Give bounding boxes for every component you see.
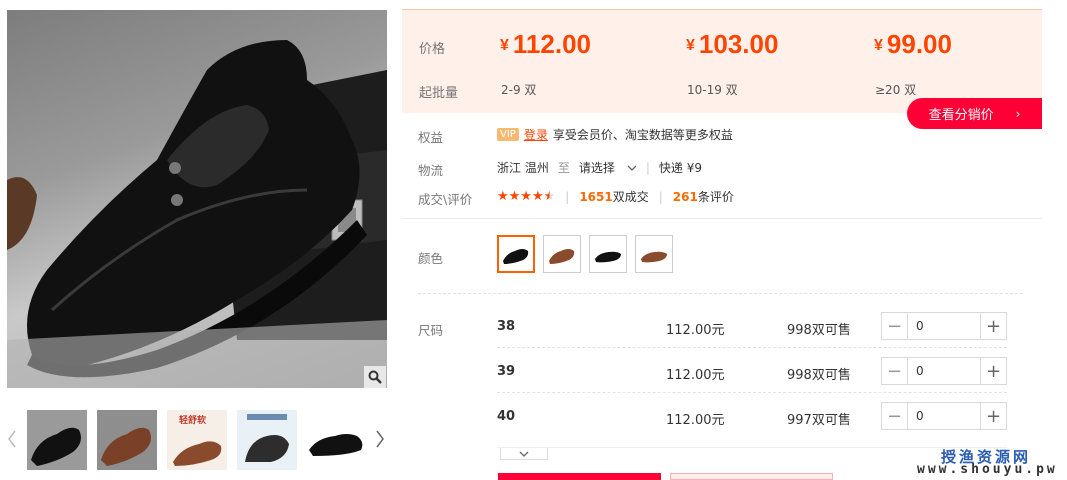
- qty-range-2: 10-19 双: [687, 83, 738, 97]
- price-label: 价格: [419, 42, 446, 57]
- qty-range-3: ≥20 双: [875, 83, 917, 97]
- chevron-right-icon: ›: [1015, 106, 1021, 121]
- login-link[interactable]: 登录: [524, 126, 548, 143]
- size-value: 39: [497, 364, 516, 379]
- color-swatch-brown[interactable]: [543, 235, 581, 273]
- minus-button[interactable]: −: [882, 313, 908, 339]
- magnifier-icon: [368, 370, 382, 384]
- main-product-image[interactable]: [7, 10, 387, 388]
- size-price: 112.00元: [666, 368, 725, 383]
- quantity-stepper: − 0 +: [881, 402, 1007, 430]
- view-distribution-price-button[interactable]: 查看分销价 ›: [907, 98, 1042, 129]
- minus-button[interactable]: −: [882, 358, 908, 384]
- color-swatch-black[interactable]: [497, 235, 535, 273]
- price-tier-1: ¥112.00: [500, 29, 591, 59]
- chevron-right-icon: [376, 430, 384, 448]
- benefits-row: VIP 登录 享受会员价、淘宝数据等更多权益: [497, 126, 733, 143]
- benefits-label: 权益: [418, 130, 444, 145]
- chevron-down-icon: [519, 451, 529, 457]
- size-stock: 998双可售: [787, 323, 851, 338]
- ship-from: 浙江 温州: [497, 161, 549, 175]
- deals-count[interactable]: 1651双成交: [579, 188, 648, 205]
- size-price: 112.00元: [666, 323, 725, 338]
- expand-sizes-button[interactable]: [500, 448, 548, 460]
- add-to-cart-button[interactable]: [670, 473, 833, 480]
- reviews-count[interactable]: 261条评价: [673, 188, 734, 205]
- plus-button[interactable]: +: [980, 358, 1006, 384]
- plus-button[interactable]: +: [980, 313, 1006, 339]
- section-divider: [402, 218, 1042, 219]
- moq-label: 起批量: [419, 86, 459, 101]
- chevron-down-icon: [627, 165, 637, 171]
- price-tier-3: ¥99.00: [874, 29, 952, 59]
- color-swatch-brown-2[interactable]: [635, 235, 673, 273]
- rating-row: ★★★★★ | 1651双成交 | 261条评价: [497, 188, 734, 205]
- size-stock: 998双可售: [787, 368, 851, 383]
- thumbnail-prev-arrow[interactable]: [5, 426, 19, 452]
- quantity-input[interactable]: 0: [908, 358, 980, 384]
- logistics-row: 浙江 温州 至 请选择 | 快递 ¥9: [497, 159, 702, 176]
- thumbnail-next-arrow[interactable]: [373, 426, 387, 452]
- size-price: 112.00元: [666, 413, 725, 428]
- price-tier-2: ¥103.00: [686, 29, 779, 59]
- thumb-promo-shoe[interactable]: 轻舒软: [167, 410, 227, 470]
- size-label: 尺码: [418, 323, 444, 338]
- size-value: 40: [497, 409, 516, 424]
- logistics-label: 物流: [418, 163, 444, 178]
- promo-overlay-text: 轻舒软: [179, 416, 207, 426]
- size-value: 38: [497, 319, 516, 334]
- shoe-illustration: [7, 40, 387, 388]
- quantity-stepper: − 0 +: [881, 312, 1007, 340]
- thumb-black-shoe[interactable]: [27, 410, 87, 470]
- benefits-text: 享受会员价、淘宝数据等更多权益: [552, 128, 733, 142]
- color-swatch-black-2[interactable]: [589, 235, 627, 273]
- thumb-sole-detail[interactable]: [237, 410, 297, 470]
- express-fee: 快递 ¥9: [658, 161, 702, 175]
- chevron-left-icon: [8, 430, 16, 448]
- thumb-brown-shoe[interactable]: [97, 410, 157, 470]
- minus-button[interactable]: −: [882, 403, 908, 429]
- quantity-stepper: − 0 +: [881, 357, 1007, 385]
- to-word: 至: [557, 161, 570, 175]
- dashed-divider: [418, 293, 1023, 294]
- watermark-url: www.shouyu.pw: [917, 462, 1058, 477]
- zoom-button[interactable]: [364, 366, 386, 388]
- vip-badge: VIP: [497, 128, 519, 141]
- qty-range-1: 2-9 双: [501, 83, 537, 97]
- quantity-input[interactable]: 0: [908, 313, 980, 339]
- size-stock: 997双可售: [787, 413, 851, 428]
- quantity-input[interactable]: 0: [908, 403, 980, 429]
- color-label: 颜色: [418, 251, 444, 266]
- destination-select[interactable]: 请选择: [579, 159, 637, 176]
- rating-label: 成交\评价: [418, 192, 473, 207]
- star-rating: ★★★★★: [497, 189, 556, 204]
- plus-button[interactable]: +: [980, 403, 1006, 429]
- buy-now-button[interactable]: [498, 473, 661, 480]
- thumb-black-shoe-side[interactable]: [307, 410, 367, 470]
